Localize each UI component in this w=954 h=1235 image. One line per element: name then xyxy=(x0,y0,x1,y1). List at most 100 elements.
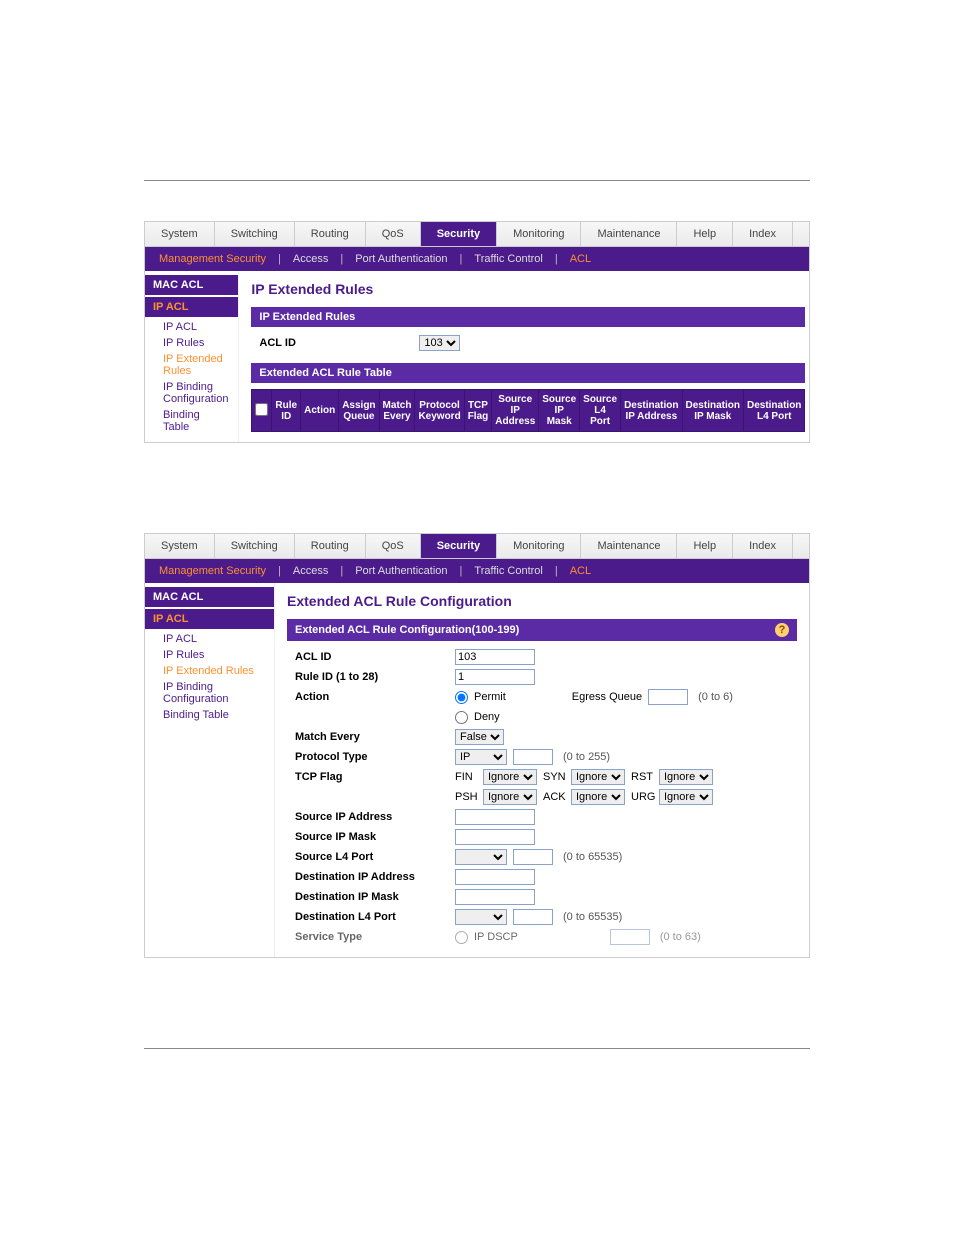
label-src-ip: Source IP Address xyxy=(295,811,455,823)
subtab-port-auth-2[interactable]: Port Authentication xyxy=(349,563,453,579)
sidebar-item-ip-acl-2[interactable]: IP ACL xyxy=(145,631,274,647)
input-src-mask[interactable] xyxy=(455,829,535,845)
sidebar-item-ip-extended-rules[interactable]: IP Extended Rules xyxy=(145,351,238,379)
sub-tabs: Management Security| Access| Port Authen… xyxy=(145,247,809,271)
label-psh: PSH xyxy=(455,791,481,803)
tab-switching[interactable]: Switching xyxy=(215,222,295,246)
sidebar-head-mac-acl-2[interactable]: MAC ACL xyxy=(145,587,274,607)
input-src-ip[interactable] xyxy=(455,809,535,825)
label-fin: FIN xyxy=(455,771,481,783)
label-urg: URG xyxy=(631,791,657,803)
select-match-every[interactable]: False xyxy=(455,729,504,745)
input-acl-id[interactable] xyxy=(455,649,535,665)
select-protocol-type[interactable]: IP xyxy=(455,749,507,765)
section-ext-acl-rule-config: Extended ACL Rule Configuration(100-199)… xyxy=(287,619,797,641)
input-rule-id[interactable] xyxy=(455,669,535,685)
select-rst[interactable]: Ignore xyxy=(659,769,713,785)
col-protocol-keyword: Protocol Keyword xyxy=(415,390,464,432)
tab-security[interactable]: Security xyxy=(421,222,497,246)
select-syn[interactable]: Ignore xyxy=(571,769,625,785)
select-src-l4[interactable] xyxy=(455,849,507,865)
col-dst-l4: Destination L4 Port xyxy=(743,390,804,432)
help-icon[interactable]: ? xyxy=(775,623,789,637)
subtab-traffic-control[interactable]: Traffic Control xyxy=(468,251,548,267)
col-rule-id: Rule ID xyxy=(272,390,301,432)
col-checkbox xyxy=(252,390,272,432)
tab-index-2[interactable]: Index xyxy=(733,534,793,558)
sidebar-item-ip-extended-rules-2[interactable]: IP Extended Rules xyxy=(145,663,274,679)
sidebar-item-ip-acl[interactable]: IP ACL xyxy=(145,319,238,335)
col-dst-ip: Destination IP Address xyxy=(621,390,682,432)
input-dst-ip[interactable] xyxy=(455,869,535,885)
tab-monitoring-2[interactable]: Monitoring xyxy=(497,534,581,558)
checkbox-select-all[interactable] xyxy=(255,403,268,416)
tab-system[interactable]: System xyxy=(145,222,215,246)
tab-maintenance-2[interactable]: Maintenance xyxy=(581,534,677,558)
label-src-l4: Source L4 Port xyxy=(295,851,455,863)
input-dst-mask[interactable] xyxy=(455,889,535,905)
tab-routing[interactable]: Routing xyxy=(295,222,366,246)
radio-ip-dscp[interactable] xyxy=(455,931,468,944)
tab-switching-2[interactable]: Switching xyxy=(215,534,295,558)
select-acl-id[interactable]: 103 xyxy=(419,335,460,351)
bottom-divider xyxy=(144,1048,810,1049)
tab-monitoring[interactable]: Monitoring xyxy=(497,222,581,246)
sidebar: MAC ACL IP ACL IP ACL IP Rules IP Extend… xyxy=(145,271,239,442)
tab-index[interactable]: Index xyxy=(733,222,793,246)
tab-maintenance[interactable]: Maintenance xyxy=(581,222,677,246)
input-protocol-num[interactable] xyxy=(513,749,553,765)
input-egress-queue[interactable] xyxy=(648,689,688,705)
label-rule-id: Rule ID (1 to 28) xyxy=(295,671,455,683)
subtab-access[interactable]: Access xyxy=(287,251,334,267)
col-tcp-flag: TCP Flag xyxy=(464,390,492,432)
sidebar-head-ip-acl[interactable]: IP ACL xyxy=(145,297,238,317)
sidebar-head-mac-acl[interactable]: MAC ACL xyxy=(145,275,238,295)
col-match-every: Match Every xyxy=(379,390,415,432)
input-dst-l4[interactable] xyxy=(513,909,553,925)
select-ack[interactable]: Ignore xyxy=(571,789,625,805)
select-fin[interactable]: Ignore xyxy=(483,769,537,785)
input-src-l4[interactable] xyxy=(513,849,553,865)
label-src-mask: Source IP Mask xyxy=(295,831,455,843)
label-tcp-flag: TCP Flag xyxy=(295,771,455,783)
sidebar-head-ip-acl-2[interactable]: IP ACL xyxy=(145,609,274,629)
subtab-mgmt-security-2[interactable]: Management Security xyxy=(153,563,272,579)
main-tabs: System Switching Routing QoS Security Mo… xyxy=(145,222,809,247)
tab-help-2[interactable]: Help xyxy=(677,534,733,558)
sidebar-item-ip-binding-config[interactable]: IP Binding Configuration xyxy=(145,379,238,407)
subtab-acl[interactable]: ACL xyxy=(564,251,597,267)
tab-qos-2[interactable]: QoS xyxy=(366,534,421,558)
sidebar-item-binding-table[interactable]: Binding Table xyxy=(145,407,238,435)
radio-permit[interactable] xyxy=(455,691,468,704)
section-ip-extended-rules: IP Extended Rules xyxy=(251,307,805,327)
label-ip-dscp: IP DSCP xyxy=(474,931,518,943)
tab-qos[interactable]: QoS xyxy=(366,222,421,246)
hint-src-l4: (0 to 65535) xyxy=(563,851,622,863)
tab-security-2[interactable]: Security xyxy=(421,534,497,558)
label-service-type: Service Type xyxy=(295,931,455,943)
section-ext-acl-rule-table: Extended ACL Rule Table xyxy=(251,363,805,383)
label-dst-ip: Destination IP Address xyxy=(295,871,455,883)
subtab-mgmt-security[interactable]: Management Security xyxy=(153,251,272,267)
subtab-access-2[interactable]: Access xyxy=(287,563,334,579)
input-ip-dscp[interactable] xyxy=(610,929,650,945)
tab-system-2[interactable]: System xyxy=(145,534,215,558)
sidebar-2: MAC ACL IP ACL IP ACL IP Rules IP Extend… xyxy=(145,583,275,957)
sidebar-item-ip-rules[interactable]: IP Rules xyxy=(145,335,238,351)
hint-egress: (0 to 6) xyxy=(698,691,733,703)
sidebar-item-ip-binding-config-2[interactable]: IP Binding Configuration xyxy=(145,679,274,707)
tab-routing-2[interactable]: Routing xyxy=(295,534,366,558)
col-dst-mask: Destination IP Mask xyxy=(682,390,743,432)
subtab-acl-2[interactable]: ACL xyxy=(564,563,597,579)
label-dst-l4: Destination L4 Port xyxy=(295,911,455,923)
select-psh[interactable]: Ignore xyxy=(483,789,537,805)
radio-deny[interactable] xyxy=(455,711,468,724)
tab-help[interactable]: Help xyxy=(677,222,733,246)
sidebar-item-binding-table-2[interactable]: Binding Table xyxy=(145,707,274,723)
subtab-port-auth[interactable]: Port Authentication xyxy=(349,251,453,267)
subtab-traffic-control-2[interactable]: Traffic Control xyxy=(468,563,548,579)
select-dst-l4[interactable] xyxy=(455,909,507,925)
col-src-ip: Source IP Address xyxy=(492,390,539,432)
sidebar-item-ip-rules-2[interactable]: IP Rules xyxy=(145,647,274,663)
select-urg[interactable]: Ignore xyxy=(659,789,713,805)
